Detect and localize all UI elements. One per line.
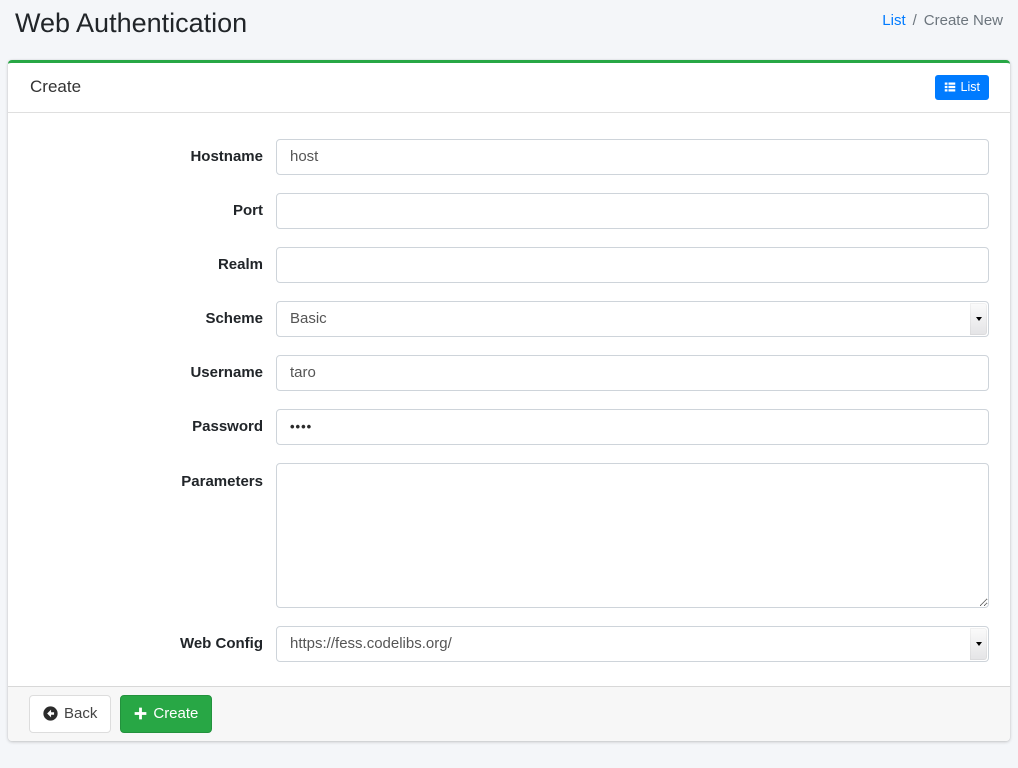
web-config-label: Web Config [16, 635, 263, 652]
form-row-web-config: Web Config https://fess.codelibs.org/ [16, 626, 989, 662]
th-list-icon [944, 81, 956, 93]
list-button-label: List [961, 81, 980, 94]
hostname-label: Hostname [16, 148, 263, 165]
card-header: Create List [8, 63, 1010, 113]
breadcrumb-link-list[interactable]: List [882, 12, 905, 29]
parameters-label: Parameters [16, 463, 263, 490]
form-row-hostname: Hostname [16, 139, 989, 175]
hostname-input[interactable] [276, 139, 989, 175]
scheme-label: Scheme [16, 310, 263, 327]
back-button[interactable]: Back [29, 695, 111, 733]
web-config-select[interactable]: https://fess.codelibs.org/ [276, 626, 989, 662]
breadcrumb: List / Create New [882, 12, 1003, 29]
form-row-port: Port [16, 193, 989, 229]
form-row-parameters: Parameters [16, 463, 989, 608]
arrow-circle-left-icon [43, 706, 58, 721]
web-config-selected-value: https://fess.codelibs.org/ [277, 635, 970, 652]
create-card: Create List Hostname Port [8, 60, 1010, 741]
password-label: Password [16, 418, 263, 435]
content-header: Web Authentication List / Create New [0, 0, 1018, 52]
port-label: Port [16, 202, 263, 219]
realm-input[interactable] [276, 247, 989, 283]
password-input[interactable] [276, 409, 989, 445]
create-form: Hostname Port Realm Scheme Basic [8, 113, 1010, 686]
card-title: Create [30, 77, 81, 97]
caret-down-icon [970, 303, 987, 335]
form-row-realm: Realm [16, 247, 989, 283]
parameters-textarea[interactable] [276, 463, 989, 608]
username-input[interactable] [276, 355, 989, 391]
plus-icon [134, 707, 147, 720]
breadcrumb-separator: / [913, 12, 917, 29]
username-label: Username [16, 364, 263, 381]
back-button-label: Back [64, 704, 97, 724]
page-title: Web Authentication [15, 6, 247, 40]
list-button[interactable]: List [935, 75, 989, 100]
port-input[interactable] [276, 193, 989, 229]
create-button[interactable]: Create [120, 695, 212, 733]
card-footer: Back Create [8, 686, 1010, 741]
scheme-selected-value: Basic [277, 310, 970, 327]
scheme-select[interactable]: Basic [276, 301, 989, 337]
form-row-password: Password [16, 409, 989, 445]
caret-down-icon [970, 628, 987, 660]
form-row-scheme: Scheme Basic [16, 301, 989, 337]
realm-label: Realm [16, 256, 263, 273]
create-button-label: Create [153, 704, 198, 724]
breadcrumb-current: Create New [924, 12, 1003, 29]
form-row-username: Username [16, 355, 989, 391]
